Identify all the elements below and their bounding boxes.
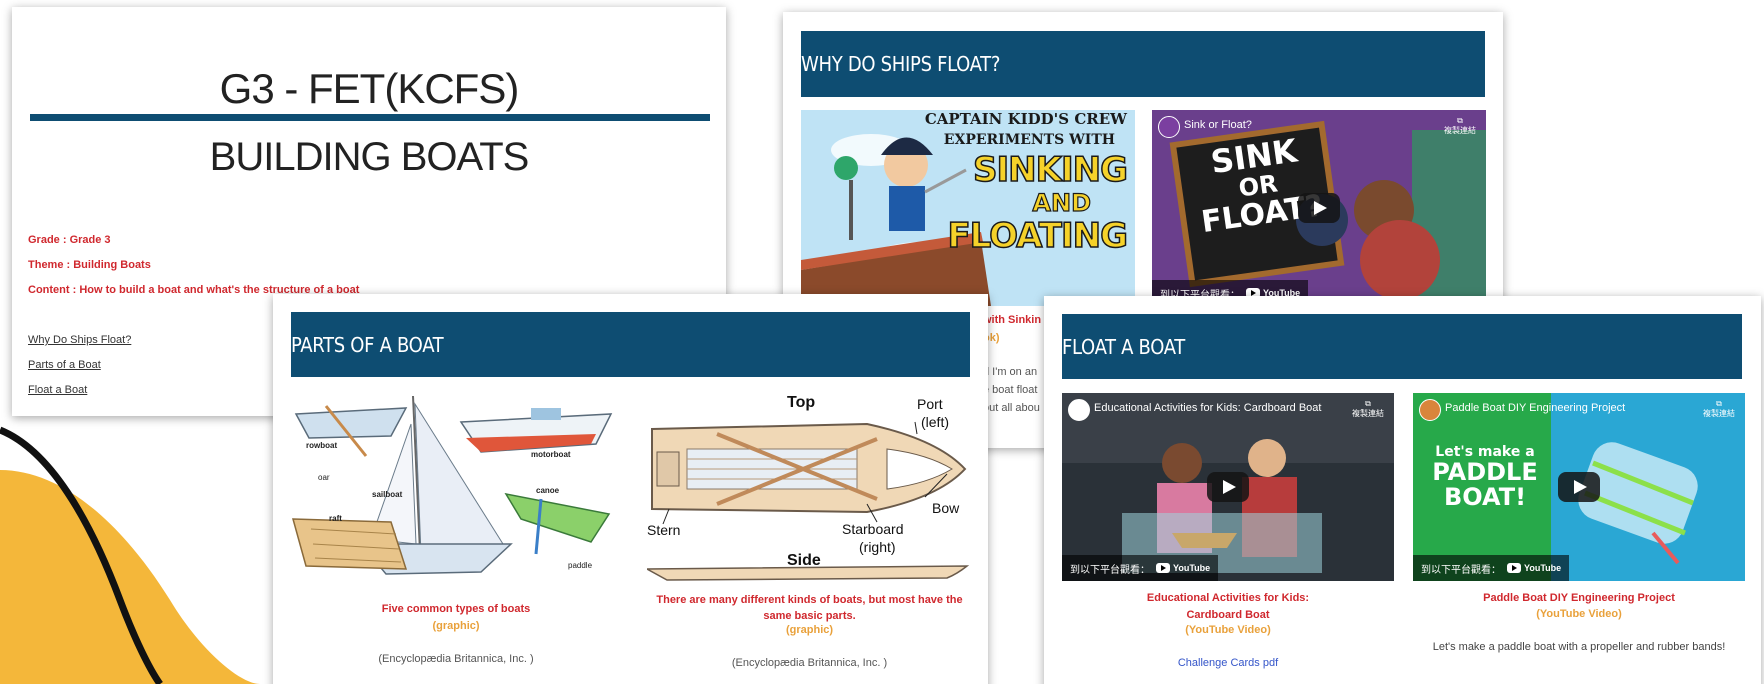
- heading-text: PARTS OF A BOAT: [291, 332, 444, 357]
- section-heading: FLOAT A BOAT: [1062, 314, 1742, 379]
- label-starboard-right: (right): [859, 539, 896, 555]
- label-raft: raft: [329, 514, 342, 523]
- video-title[interactable]: Sink or Float?: [1184, 119, 1252, 131]
- label-starboard: Starboard: [842, 521, 904, 537]
- label-port: Port: [917, 396, 943, 412]
- label-port-left: (left): [921, 414, 949, 430]
- section-heading: PARTS OF A BOAT: [291, 312, 970, 377]
- link-float-a-boat[interactable]: Float a Boat: [28, 384, 87, 396]
- heading-text: FLOAT A BOAT: [1062, 334, 1185, 359]
- book-title: CAPTAIN KIDD'S CREW EXPERIMENTS WITH SIN…: [924, 110, 1129, 256]
- label-side: Side: [787, 552, 821, 569]
- label-top: Top: [787, 394, 816, 411]
- slide-parts-of-a-boat: PARTS OF A BOAT rowboat oar motorboat sa…: [273, 294, 988, 684]
- link-parts-of-boat[interactable]: Parts of a Boat: [28, 359, 101, 371]
- slide-float-a-boat: FLOAT A BOAT Educational Activities for …: [1044, 296, 1761, 684]
- boat-parts-graphic[interactable]: Top Port (left) Bow Stern Starboard (rig…: [644, 394, 972, 590]
- play-button[interactable]: [1207, 472, 1249, 502]
- video1-type: (YouTube Video): [1185, 624, 1271, 636]
- slide-subtitle: BUILDING BOATS: [209, 135, 530, 179]
- video-title[interactable]: Paddle Boat DIY Engineering Project: [1445, 402, 1625, 414]
- copy-link-button[interactable]: ⧉ 複製連結: [1444, 116, 1476, 136]
- video2-caption: Paddle Boat DIY Engineering Project: [1483, 592, 1675, 604]
- boat-types-credit: (Encyclopædia Britannica, Inc. ): [378, 653, 534, 665]
- watch-on-youtube-bar[interactable]: 到以下平台觀看： YouTube: [1413, 555, 1570, 581]
- book-text-fragment: d I'm on an: [983, 366, 1038, 378]
- channel-avatar[interactable]: [1419, 399, 1441, 421]
- section-heading: WHY DO SHIPS FLOAT?: [801, 31, 1485, 97]
- video1-caption: Educational Activities for Kids: Cardboa…: [1146, 592, 1310, 621]
- copy-icon: ⧉: [1365, 399, 1371, 408]
- label-sailboat: sailboat: [372, 490, 403, 499]
- link-why-ships-float[interactable]: Why Do Ships Float?: [28, 334, 131, 346]
- video2-type: (YouTube Video): [1536, 608, 1622, 620]
- boat-parts-credit: (Encyclopædia Britannica, Inc. ): [731, 657, 888, 669]
- boat-types-graphic[interactable]: rowboat oar motorboat sailboat canoe raf…: [291, 394, 621, 590]
- label-oar: oar: [318, 473, 330, 482]
- video-art-text: Let's make a PADDLE BOAT!: [1432, 444, 1538, 511]
- slide-title: G3 - FET(KCFS): [219, 65, 520, 112]
- play-button[interactable]: [1558, 472, 1600, 502]
- video2-description: Let's make a paddle boat with a propelle…: [1432, 641, 1726, 653]
- theme-text: Theme : Building Boats: [28, 259, 151, 271]
- book-text-fragment: e boat float: [983, 384, 1038, 396]
- label-bow: Bow: [932, 500, 960, 516]
- channel-avatar[interactable]: [1158, 116, 1180, 138]
- label-motorboat: motorboat: [531, 450, 571, 459]
- title-divider: [30, 114, 710, 121]
- boat-types-caption-type: (graphic): [432, 620, 480, 632]
- watch-on-youtube-bar[interactable]: 到以下平台觀看： YouTube: [1062, 555, 1219, 581]
- label-paddle: paddle: [568, 561, 593, 570]
- copy-icon: ⧉: [1457, 116, 1463, 125]
- sink-or-float-video[interactable]: SINK OR FLOAT? Sink or Float? ⧉ 複製連結 到以下平…: [1152, 110, 1486, 306]
- book-cover-image[interactable]: CAPTAIN KIDD'S CREW EXPERIMENTS WITH SIN…: [801, 110, 1135, 306]
- boat-parts-caption: There are many different kinds of boats,…: [656, 594, 963, 622]
- book-caption-fragment: with Sinkin: [983, 314, 1042, 326]
- copy-icon: ⧉: [1716, 399, 1722, 408]
- boat-types-caption: Five common types of boats: [381, 603, 531, 615]
- book-text-fragment: out all abou: [983, 402, 1040, 414]
- copy-link-button[interactable]: ⧉ 複製連結: [1703, 399, 1735, 419]
- label-rowboat: rowboat: [306, 441, 338, 450]
- youtube-icon: YouTube: [1507, 563, 1561, 573]
- video-title[interactable]: Educational Activities for Kids: Cardboa…: [1094, 402, 1321, 414]
- cardboard-boat-video[interactable]: Educational Activities for Kids: Cardboa…: [1062, 393, 1394, 581]
- paddle-boat-video[interactable]: Let's make a PADDLE BOAT! Paddle Boat DI…: [1413, 393, 1745, 581]
- grade-text: Grade : Grade 3: [28, 234, 111, 246]
- play-button[interactable]: [1298, 193, 1340, 223]
- challenge-cards-link[interactable]: Challenge Cards pdf: [1062, 657, 1394, 669]
- channel-avatar[interactable]: [1068, 399, 1090, 421]
- boat-parts-caption-type: (graphic): [785, 624, 834, 636]
- copy-link-button[interactable]: ⧉ 複製連結: [1352, 399, 1384, 419]
- heading-text: WHY DO SHIPS FLOAT?: [801, 52, 1001, 76]
- label-canoe: canoe: [536, 486, 560, 495]
- label-stern: Stern: [647, 522, 681, 538]
- youtube-icon: YouTube: [1156, 563, 1210, 573]
